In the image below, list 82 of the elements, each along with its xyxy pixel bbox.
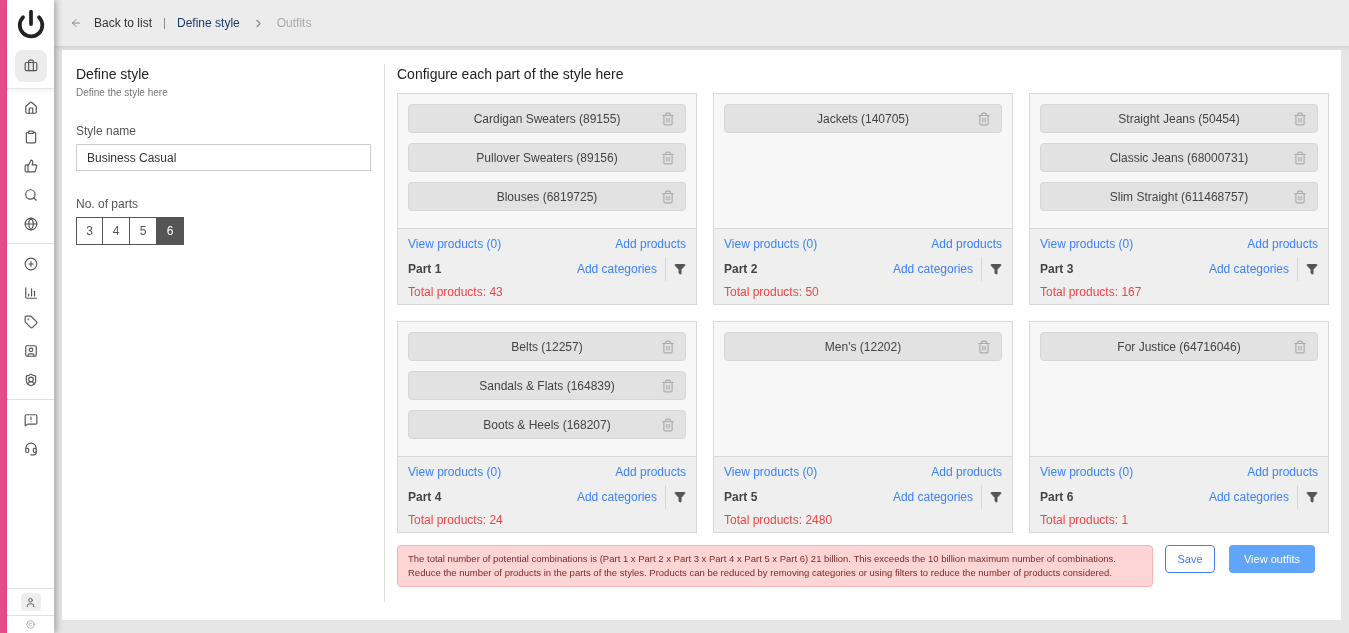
user-button[interactable] <box>20 593 41 611</box>
briefcase-nav-button[interactable] <box>14 50 47 82</box>
filter-icon[interactable] <box>1306 491 1318 503</box>
filter-icon[interactable] <box>1306 263 1318 275</box>
style-name-field[interactable]: Business Casual <box>76 144 371 171</box>
view-products-link[interactable]: View products (0) <box>724 463 818 481</box>
search-icon <box>23 187 38 202</box>
add-categories-link[interactable]: Add categories <box>576 488 657 506</box>
category-label: Straight Jeans (50454) <box>1118 110 1240 128</box>
view-products-link[interactable]: View products (0) <box>408 463 502 481</box>
power-logo-icon <box>15 9 46 39</box>
part-label: Part 4 <box>408 489 442 506</box>
total-products: Total products: 1 <box>1040 512 1130 529</box>
category-label: Classic Jeans (68000731) <box>1109 149 1249 167</box>
total-products: Total products: 24 <box>408 512 504 529</box>
user-icon <box>25 596 36 608</box>
globe-icon <box>23 216 38 231</box>
part-count-option[interactable]: 4 <box>103 217 130 245</box>
add-categories-link[interactable]: Add categories <box>892 488 973 506</box>
filter-icon[interactable] <box>990 263 1002 275</box>
thumbs-up-icon <box>23 158 38 173</box>
copyright-icon <box>26 620 35 629</box>
add-categories-link[interactable]: Add categories <box>576 260 657 278</box>
home-icon <box>23 100 38 115</box>
view-outfits-button[interactable]: View outfits <box>1229 545 1315 573</box>
category-label: Cardigan Sweaters (89155) <box>473 110 621 128</box>
filter-icon[interactable] <box>990 491 1002 503</box>
briefcase-icon <box>23 59 38 73</box>
category-label: Sandals & Flats (164839) <box>479 377 615 395</box>
part-count-option[interactable]: 3 <box>76 217 103 245</box>
part-label: Part 3 <box>1040 261 1074 278</box>
add-products-link[interactable]: Add products <box>615 463 686 481</box>
filter-icon[interactable] <box>674 491 686 503</box>
filter-icon[interactable] <box>674 263 686 275</box>
view-products-link[interactable]: View products (0) <box>724 235 818 253</box>
add-products-link[interactable]: Add products <box>931 463 1002 481</box>
category-label: Pullover Sweaters (89156) <box>476 149 618 167</box>
category-label: For Justice (64716046) <box>1117 338 1241 356</box>
part-count-option[interactable]: 5 <box>130 217 157 245</box>
category-label: Boots & Heels (168207) <box>483 416 611 434</box>
add-products-link[interactable]: Add products <box>1247 235 1318 253</box>
category-label: Jackets (140705) <box>816 110 910 128</box>
category-label: Belts (12257) <box>511 338 583 356</box>
category-label: Blouses (6819725) <box>496 188 598 206</box>
plus-circle-icon <box>23 256 38 271</box>
add-products-link[interactable]: Add products <box>931 235 1002 253</box>
add-categories-link[interactable]: Add categories <box>892 260 973 278</box>
message-alert-icon <box>23 412 38 427</box>
contact-card-icon <box>23 343 38 358</box>
view-products-link[interactable]: View products (0) <box>1040 463 1134 481</box>
total-products: Total products: 167 <box>1040 284 1143 301</box>
shield-user-icon <box>23 372 38 387</box>
part-label: Part 1 <box>408 261 442 278</box>
total-products: Total products: 50 <box>724 284 820 301</box>
add-products-link[interactable]: Add products <box>615 235 686 253</box>
add-categories-link[interactable]: Add categories <box>1208 260 1289 278</box>
part-label: Part 5 <box>724 489 758 506</box>
chart-icon <box>23 285 38 300</box>
breadcrumb-current[interactable]: Define style <box>177 14 240 32</box>
breadcrumb-next: Outfits <box>276 15 312 32</box>
category-label: Slim Straight (611468757) <box>1109 188 1249 206</box>
form-subtitle: Define the style here <box>76 86 169 100</box>
clipboard-icon <box>23 129 38 144</box>
parts-label: No. of parts <box>76 196 140 213</box>
total-products: Total products: 43 <box>408 284 504 301</box>
category-label: Men's (12202) <box>824 338 902 356</box>
headset-icon <box>23 441 38 456</box>
part-label: Part 6 <box>1040 489 1074 506</box>
view-products-link[interactable]: View products (0) <box>1040 235 1134 253</box>
add-products-link[interactable]: Add products <box>1247 463 1318 481</box>
configure-title: Configure each part of the style here <box>397 65 625 84</box>
part-label: Part 2 <box>724 261 758 278</box>
save-button[interactable]: Save <box>1165 545 1215 573</box>
back-to-list-link[interactable]: Back to list <box>94 14 153 32</box>
view-products-link[interactable]: View products (0) <box>408 235 502 253</box>
combinations-alert: The total number of potential combinations is (Part 1 x Part 2 x Part 3 x Part 4 x Part 5 x Part 6) 21 billion. This exceeds the 10 billion maximum number of combinations. Reduce the number of products in the parts of the styles. Products can be reduced by removing categories or using filters to reduce the number of products considered. <box>397 545 1153 587</box>
total-products: Total products: 2480 <box>724 512 834 529</box>
style-name-label: Style name <box>76 123 138 140</box>
part-count-option[interactable]: 6 <box>157 217 184 245</box>
add-categories-link[interactable]: Add categories <box>1208 488 1289 506</box>
form-title: Define style <box>76 65 151 84</box>
tag-icon <box>23 314 38 329</box>
